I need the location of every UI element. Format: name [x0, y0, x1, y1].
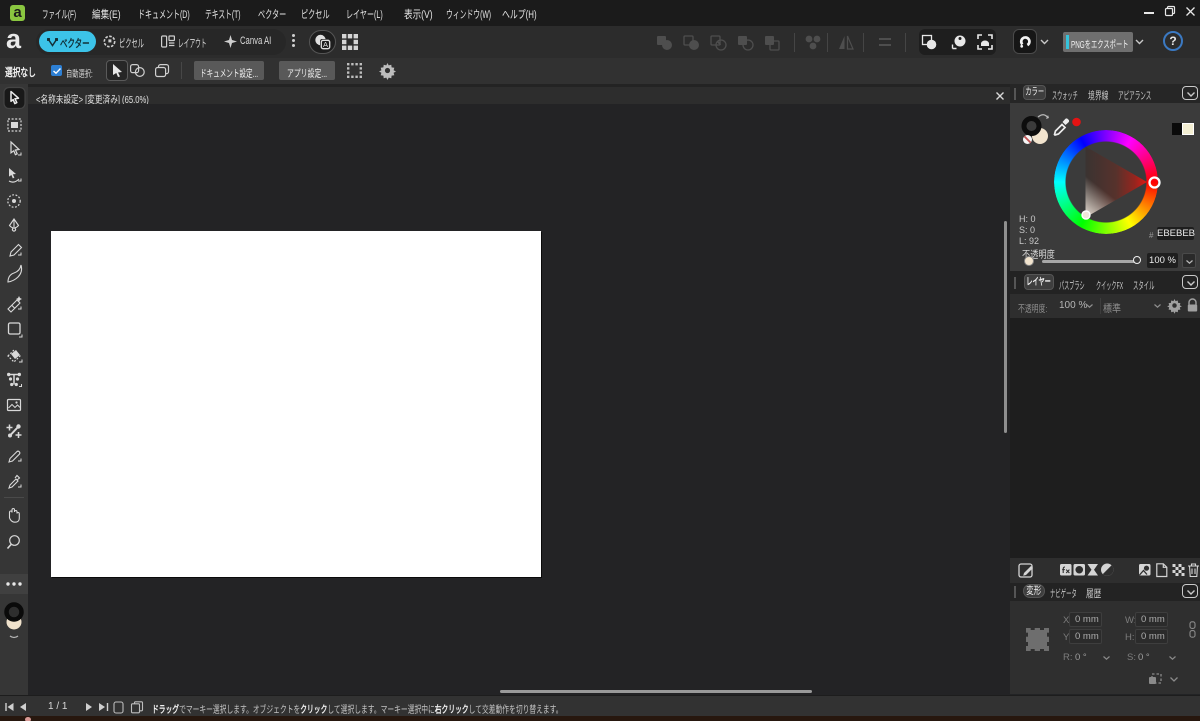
- svg-text:A: A: [323, 40, 328, 49]
